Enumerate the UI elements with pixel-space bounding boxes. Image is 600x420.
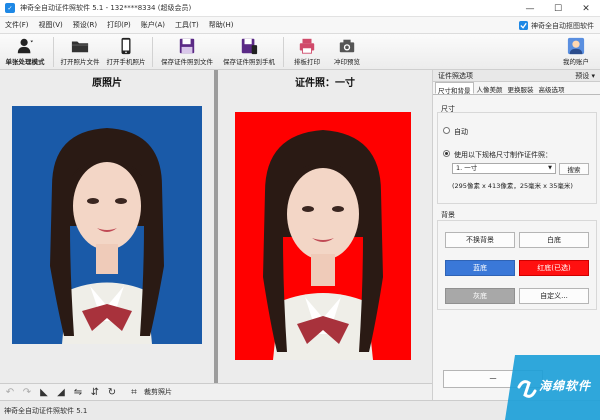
status-text: 神奇全自动证件照软件 5.1 xyxy=(4,406,88,415)
layout-print-button[interactable]: 排板打印 xyxy=(287,34,327,70)
size-dimensions: (295像素 x 413像素，25毫米 x 35毫米) xyxy=(452,182,573,190)
open-phone-button[interactable]: 打开手机照片 xyxy=(103,34,149,70)
close-button[interactable]: ✕ xyxy=(572,0,600,17)
toolbar: 单张处理模式 打开照片文件 打开手机照片 保存证件照到文件 保存证件照到手机 排… xyxy=(0,34,600,70)
watermark: 海绵软件 xyxy=(505,355,600,420)
auto-size-label: 自动 xyxy=(454,128,468,136)
undo-icon[interactable]: ↶ xyxy=(3,385,17,399)
mode-button[interactable]: 单张处理模式 xyxy=(0,34,50,70)
layout-print-label: 排板打印 xyxy=(294,58,320,66)
rotate-left-icon[interactable]: ◣ xyxy=(37,385,51,399)
tab-advanced[interactable]: 高级选项 xyxy=(537,82,567,94)
camera-icon xyxy=(339,39,355,53)
white-background-button[interactable]: 白底 xyxy=(519,232,589,248)
size-select[interactable]: 1. 一寸 ▼ xyxy=(452,163,556,174)
save-to-file-button[interactable]: 保存证件照到文件 xyxy=(156,34,218,70)
tab-beauty[interactable]: 人像美颜 xyxy=(475,82,505,94)
app-icon: ✓ xyxy=(5,3,15,13)
cutout-software-link[interactable]: 神奇全自动抠图软件 xyxy=(519,17,594,34)
printer-icon xyxy=(299,38,315,54)
image-tools-bar: ↶ ↷ ◣ ◢ ⇋ ⇵ ↻ ⌗ 裁剪照片 xyxy=(0,383,432,400)
background-section-label: 背景 xyxy=(441,211,455,219)
mode-label: 单张处理模式 xyxy=(5,58,45,66)
options-panel: 证件照选项 预设 ▾ 尺寸和背景 人像美颜 更换服装 高级选项 尺寸 自动 使用… xyxy=(432,70,600,400)
my-account-label: 我的账户 xyxy=(563,58,589,66)
menu-tools[interactable]: 工具(T) xyxy=(170,20,204,30)
folder-icon xyxy=(71,41,89,53)
result-title: 证件照：一寸 xyxy=(295,78,355,89)
result-pane: 证件照：一寸 xyxy=(218,70,432,383)
spec-size-radio[interactable] xyxy=(443,150,450,157)
size-select-value: 1. 一寸 xyxy=(456,164,478,172)
rotate-right-icon[interactable]: ◢ xyxy=(54,385,68,399)
flip-vertical-icon[interactable]: ⇵ xyxy=(88,385,102,399)
save-to-file-label: 保存证件照到文件 xyxy=(161,58,213,66)
chevron-down-icon: ▼ xyxy=(548,165,552,171)
preset-dropdown[interactable]: 预设 ▾ xyxy=(575,71,595,81)
crop-label[interactable]: 裁剪照片 xyxy=(144,387,172,397)
title-bar: ✓ 神奇全自动证件照软件 5.1 - 132****8334 (超级会员) — … xyxy=(0,0,600,17)
refresh-icon[interactable]: ↻ xyxy=(105,385,119,399)
portrait-red-bg xyxy=(235,112,411,360)
portrait-original xyxy=(12,106,202,344)
crop-icon[interactable]: ⌗ xyxy=(127,385,141,399)
menu-file[interactable]: 文件(F) xyxy=(0,20,34,30)
gray-background-button[interactable]: 灰底 xyxy=(445,288,515,304)
cutout-app-icon xyxy=(519,21,528,30)
red-background-button[interactable]: 红底(已选) xyxy=(519,260,589,276)
auto-size-radio[interactable] xyxy=(443,127,450,134)
menu-bar: 文件(F) 视图(V) 预设(R) 打印(P) 账户(A) 工具(T) 帮助(H… xyxy=(0,17,600,34)
maximize-button[interactable]: ☐ xyxy=(544,0,572,17)
menu-account[interactable]: 账户(A) xyxy=(136,20,170,30)
toolbar-divider xyxy=(53,37,54,67)
flip-horizontal-icon[interactable]: ⇋ xyxy=(71,385,85,399)
watermark-text: 海绵软件 xyxy=(539,379,592,393)
save-icon xyxy=(179,38,195,54)
search-button[interactable]: 搜索 xyxy=(559,163,589,175)
options-header: 证件照选项 预设 ▾ xyxy=(433,70,600,82)
blue-background-button[interactable]: 蓝底 xyxy=(445,260,515,276)
menu-help[interactable]: 帮助(H) xyxy=(204,20,239,30)
save-to-phone-button[interactable]: 保存证件照到手机 xyxy=(218,34,280,70)
original-title: 原照片 xyxy=(92,78,122,89)
window-title: 神奇全自动证件照软件 5.1 - 132****8334 (超级会员) xyxy=(20,4,192,12)
spec-size-label: 使用以下规格尺寸制作证件照： xyxy=(454,151,552,159)
tab-size-background[interactable]: 尺寸和背景 xyxy=(435,82,474,95)
open-file-button[interactable]: 打开照片文件 xyxy=(57,34,103,70)
tab-clothing[interactable]: 更换服装 xyxy=(506,82,536,94)
open-phone-label: 打开手机照片 xyxy=(106,58,146,66)
user-avatar-icon xyxy=(567,37,585,55)
window-controls: — ☐ ✕ xyxy=(516,0,600,17)
original-pane: 原照片 xyxy=(0,70,214,383)
cutout-app-label: 神奇全自动抠图软件 xyxy=(531,21,594,30)
original-photo[interactable] xyxy=(12,106,202,344)
phone-icon xyxy=(121,37,131,55)
toolbar-divider xyxy=(283,37,284,67)
open-file-label: 打开照片文件 xyxy=(60,58,100,66)
menu-preset[interactable]: 预设(R) xyxy=(68,20,102,30)
result-photo[interactable] xyxy=(235,112,411,360)
save-to-phone-label: 保存证件照到手机 xyxy=(223,58,275,66)
menu-print[interactable]: 打印(P) xyxy=(102,20,136,30)
save-phone-icon xyxy=(241,38,258,55)
single-person-icon xyxy=(17,38,34,54)
redo-icon[interactable]: ↷ xyxy=(20,385,34,399)
my-account-button[interactable]: 我的账户 xyxy=(556,34,596,70)
print-preview-label: 冲印预览 xyxy=(334,58,360,66)
custom-background-button[interactable]: 自定义... xyxy=(519,288,589,304)
toolbar-divider xyxy=(152,37,153,67)
menu-view[interactable]: 视图(V) xyxy=(34,20,68,30)
print-preview-button[interactable]: 冲印预览 xyxy=(327,34,367,70)
options-title: 证件照选项 xyxy=(438,71,473,80)
workspace: 原照片 证件照：一寸 xyxy=(0,70,432,383)
keep-background-button[interactable]: 不换背景 xyxy=(445,232,515,248)
minimize-button[interactable]: — xyxy=(516,0,544,17)
options-tabs: 尺寸和背景 人像美颜 更换服装 高级选项 xyxy=(433,82,600,95)
